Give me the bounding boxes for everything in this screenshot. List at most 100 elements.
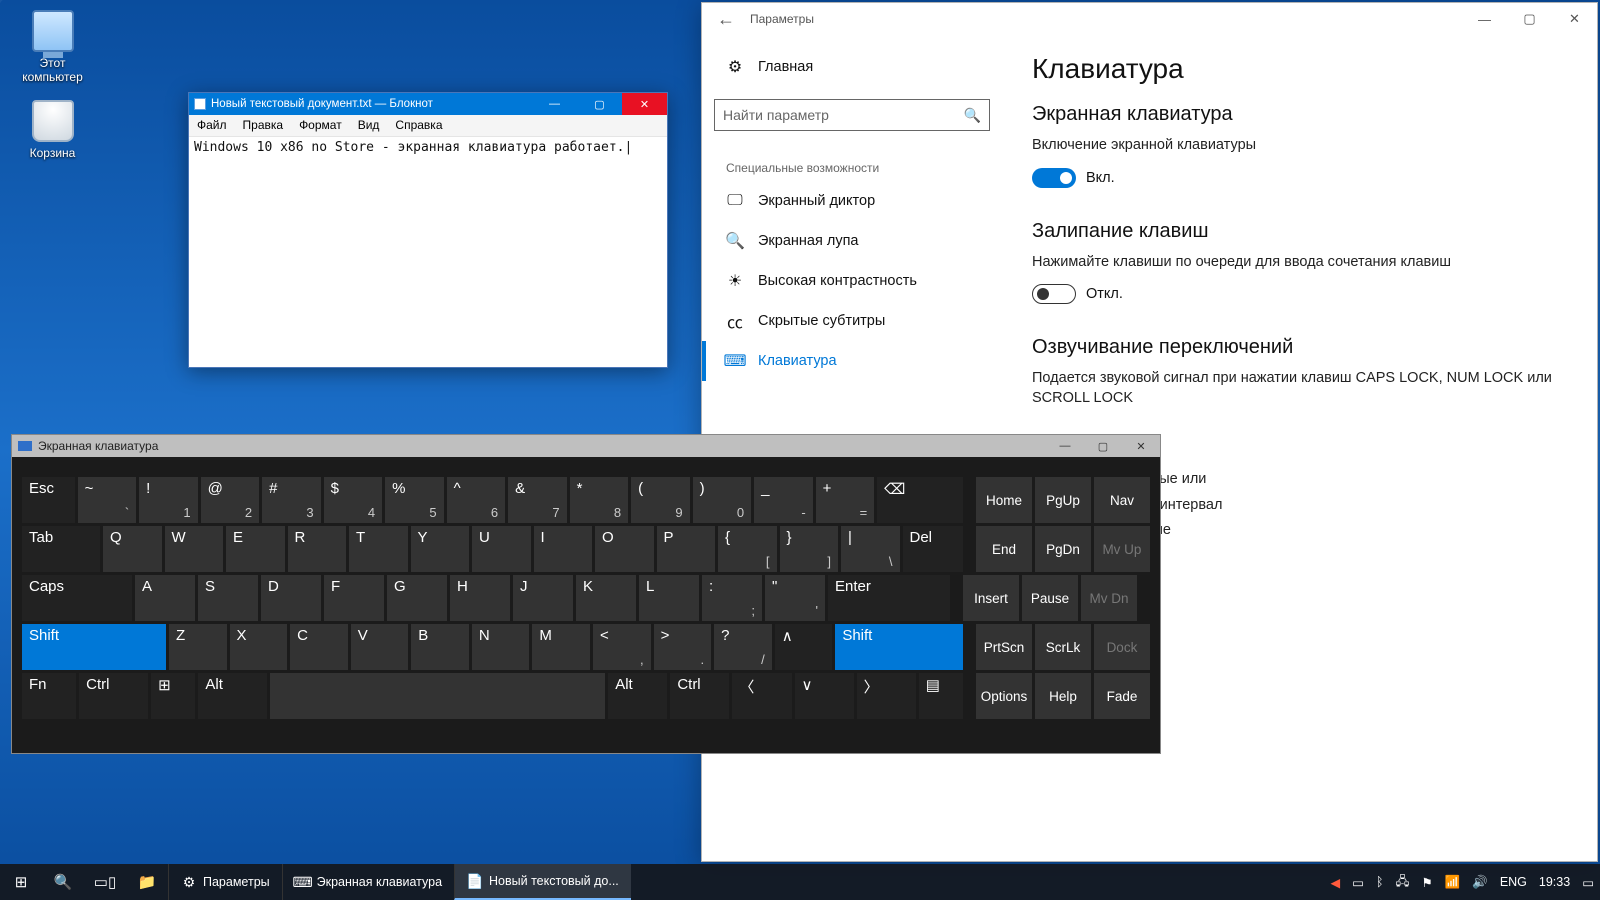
close-button[interactable]: ✕	[622, 93, 667, 115]
osk-key[interactable]: _-	[754, 477, 813, 523]
osk-key[interactable]: 〉	[857, 673, 916, 719]
minimize-button[interactable]: —	[1046, 435, 1084, 457]
osk-nav-key[interactable]: PrtScn	[976, 624, 1032, 670]
osk-key[interactable]: Tab	[22, 526, 100, 572]
osk-key[interactable]: +=	[816, 477, 875, 523]
osk-key[interactable]: A	[135, 575, 195, 621]
osk-key[interactable]: M	[532, 624, 590, 670]
menu-help[interactable]: Справка	[387, 115, 450, 136]
osk-nav-key[interactable]: Fade	[1094, 673, 1150, 719]
osk-key[interactable]: (9	[631, 477, 690, 523]
osk-key[interactable]: Alt	[608, 673, 667, 719]
osk-key[interactable]: >.	[654, 624, 712, 670]
close-button[interactable]: ✕	[1552, 3, 1597, 35]
osk-key[interactable]: C	[290, 624, 348, 670]
osk-key[interactable]: P	[657, 526, 716, 572]
osk-nav-key[interactable]: Mv Dn	[1081, 575, 1137, 621]
osk-nav-key[interactable]: Dock	[1094, 624, 1150, 670]
minimize-button[interactable]: —	[1462, 3, 1507, 35]
osk-key[interactable]: }]	[780, 526, 839, 572]
osk-nav-key[interactable]: Options	[976, 673, 1032, 719]
osk-key[interactable]: ?/	[714, 624, 772, 670]
nav-home[interactable]: ⚙ Главная	[702, 47, 1002, 87]
close-button[interactable]: ✕	[1122, 435, 1160, 457]
osk-nav-key[interactable]: PgUp	[1035, 477, 1091, 523]
osk-key[interactable]: S	[198, 575, 258, 621]
osk-key[interactable]: 〈	[732, 673, 791, 719]
osk-key[interactable]: &7	[508, 477, 567, 523]
notepad-text-area[interactable]: Windows 10 x86 no Store - экранная клави…	[189, 137, 667, 159]
osk-key[interactable]: Shift	[22, 624, 166, 670]
osk-key[interactable]: |\	[841, 526, 900, 572]
osk-key[interactable]: ~`	[78, 477, 137, 523]
sticky-keys-toggle[interactable]: Откл.	[1032, 284, 1123, 304]
osk-key[interactable]: Fn	[22, 673, 76, 719]
osk-key[interactable]: Z	[169, 624, 227, 670]
menu-format[interactable]: Формат	[291, 115, 350, 136]
search-input[interactable]: Найти параметр 🔍	[714, 99, 990, 131]
osk-nav-key[interactable]: Pause	[1022, 575, 1078, 621]
nav-closed-captions[interactable]: ㏄ Скрытые субтитры	[702, 301, 1002, 341]
osk-key[interactable]: *8	[570, 477, 629, 523]
osk-key[interactable]: :;	[702, 575, 762, 621]
menu-edit[interactable]: Правка	[235, 115, 292, 136]
osk-nav-key[interactable]: End	[976, 526, 1032, 572]
osk-key[interactable]: D	[261, 575, 321, 621]
taskbar-task-settings[interactable]: ⚙ Параметры	[168, 864, 282, 900]
osk-key[interactable]: )0	[693, 477, 752, 523]
tray-volume-icon[interactable]: 🔊	[1472, 875, 1488, 890]
desktop-icon-this-pc[interactable]: Этот компьютер	[15, 10, 90, 84]
osk-key[interactable]: V	[351, 624, 409, 670]
tray-language[interactable]: ENG	[1500, 875, 1527, 889]
osk-key[interactable]: ∨	[795, 673, 854, 719]
osk-key[interactable]: Ctrl	[670, 673, 729, 719]
task-view-button[interactable]: ▭▯	[84, 864, 126, 900]
nav-magnifier[interactable]: 🔍 Экранная лупа	[702, 221, 1002, 261]
osk-key[interactable]: Shift	[835, 624, 963, 670]
osk-nav-key[interactable]: Mv Up	[1094, 526, 1150, 572]
menu-view[interactable]: Вид	[350, 115, 388, 136]
maximize-button[interactable]: ▢	[1507, 3, 1552, 35]
osk-key[interactable]: Del	[903, 526, 963, 572]
nav-keyboard[interactable]: ⌨ Клавиатура	[702, 341, 1002, 381]
tray-security-icon[interactable]: ⚑	[1421, 875, 1432, 890]
file-explorer-button[interactable]: 📁	[126, 864, 168, 900]
osk-key[interactable]: {[	[718, 526, 777, 572]
osk-key[interactable]: Ctrl	[79, 673, 148, 719]
osk-nav-key[interactable]: Insert	[963, 575, 1019, 621]
osk-key[interactable]: X	[230, 624, 288, 670]
menu-file[interactable]: Файл	[189, 115, 235, 136]
tray-clock[interactable]: 19:33	[1539, 875, 1570, 889]
osk-key[interactable]: H	[450, 575, 510, 621]
osk-key[interactable]: J	[513, 575, 573, 621]
osk-key[interactable]: B	[411, 624, 469, 670]
osk-key[interactable]: ∧	[775, 624, 833, 670]
search-button[interactable]: 🔍	[42, 864, 84, 900]
osk-key[interactable]: %5	[385, 477, 444, 523]
taskbar-task-osk[interactable]: ⌨ Экранная клавиатура	[282, 864, 454, 900]
back-button[interactable]: ←	[702, 9, 750, 30]
nav-narrator[interactable]: 🖵 Экранный диктор	[702, 181, 1002, 221]
osk-key[interactable]: @2	[201, 477, 260, 523]
osk-nav-key[interactable]: PgDn	[1035, 526, 1091, 572]
osk-key[interactable]: $4	[324, 477, 383, 523]
tray-up-icon[interactable]: ◀	[1331, 875, 1341, 890]
osk-titlebar[interactable]: Экранная клавиатура — ▢ ✕	[12, 435, 1160, 457]
osk-key[interactable]: F	[324, 575, 384, 621]
osk-key[interactable]: I	[534, 526, 593, 572]
osk-key[interactable]: Alt	[198, 673, 267, 719]
tray-bluetooth-icon[interactable]: ᛒ	[1376, 875, 1384, 889]
nav-high-contrast[interactable]: ☀ Высокая контрастность	[702, 261, 1002, 301]
minimize-button[interactable]: —	[532, 93, 577, 115]
osk-key[interactable]: U	[472, 526, 531, 572]
osk-key[interactable]: G	[387, 575, 447, 621]
maximize-button[interactable]: ▢	[1084, 435, 1122, 457]
maximize-button[interactable]: ▢	[577, 93, 622, 115]
osk-key[interactable]: W	[165, 526, 224, 572]
tray-wifi-icon[interactable]: 📶	[1445, 875, 1461, 890]
settings-titlebar[interactable]: ← Параметры — ▢ ✕	[702, 3, 1597, 35]
osk-key[interactable]: Y	[411, 526, 470, 572]
osk-nav-key[interactable]: ScrLk	[1035, 624, 1091, 670]
osk-key[interactable]: E	[226, 526, 285, 572]
start-button[interactable]: ⊞	[0, 864, 42, 900]
